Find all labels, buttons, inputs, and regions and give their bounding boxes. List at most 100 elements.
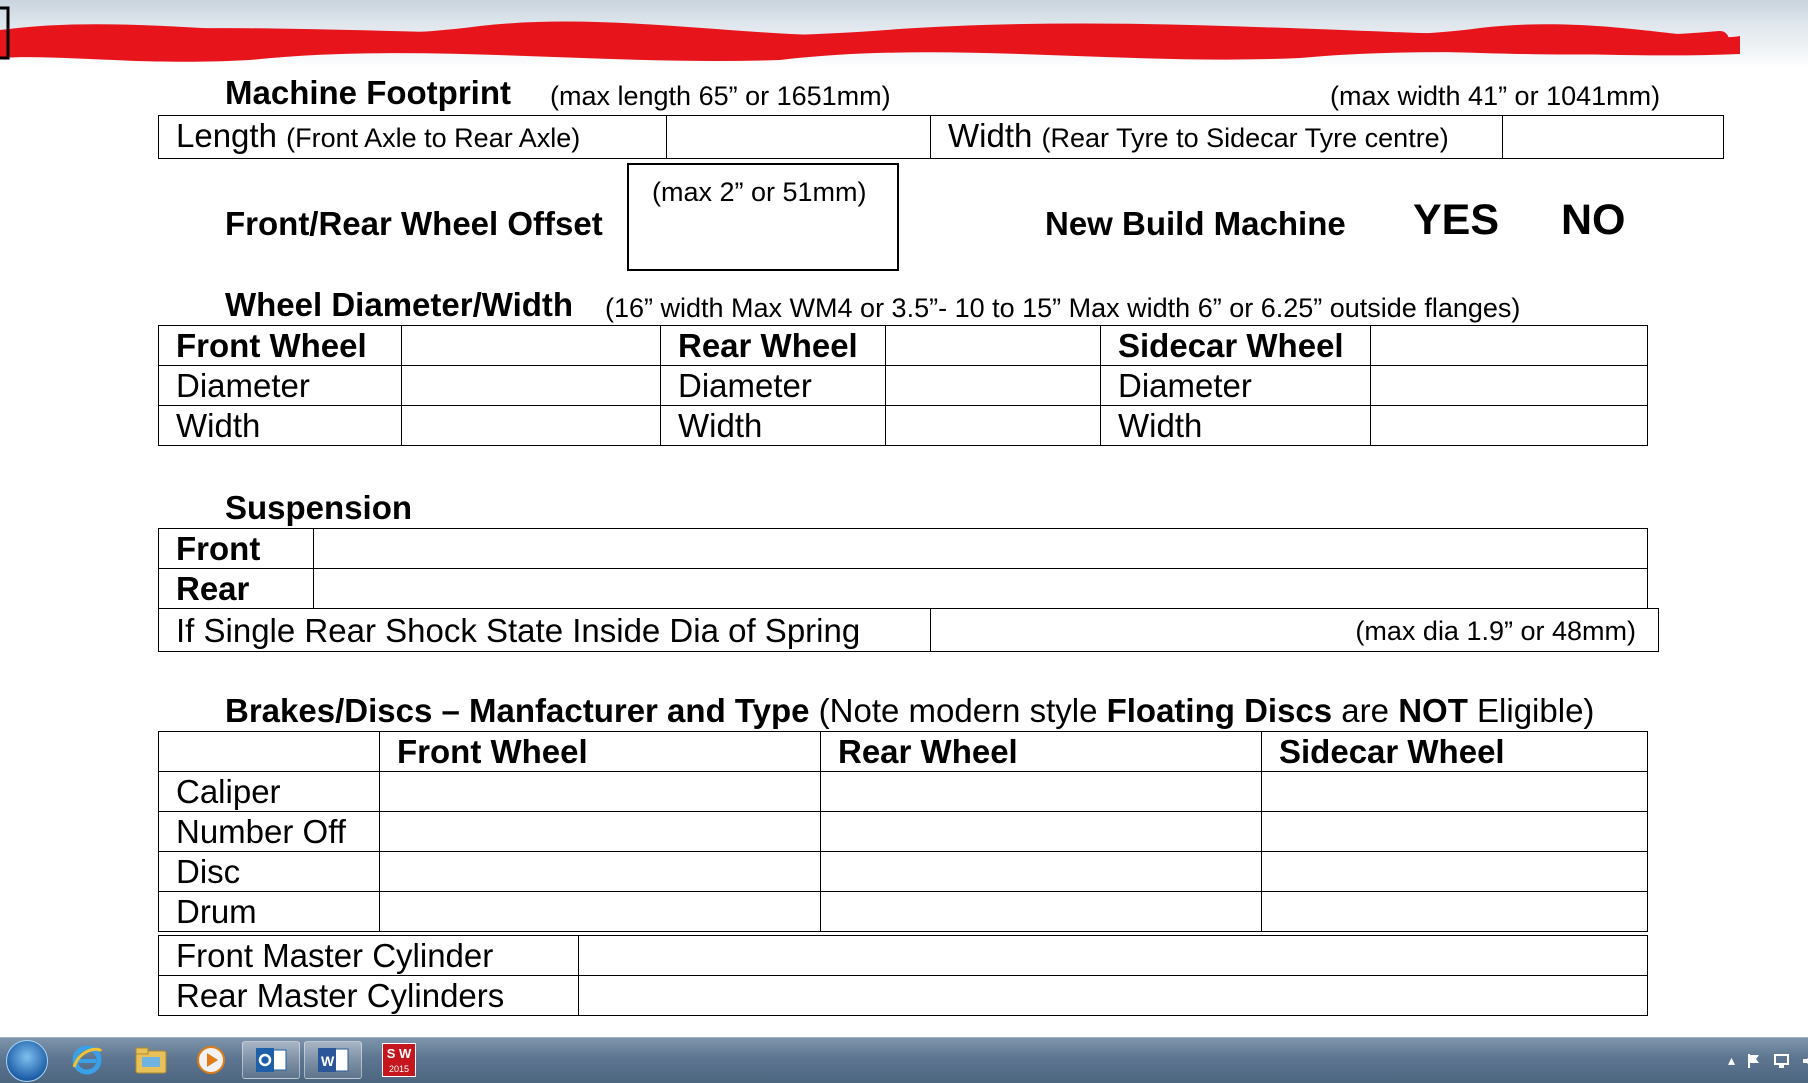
media-player-icon[interactable] [182,1041,240,1079]
rear-diameter-label: Diameter [660,365,886,406]
solidworks-badge: S W 2015 [382,1043,416,1077]
length-label: Length [176,117,277,154]
brakes-title: Brakes/Discs – Manfacturer and Type [225,692,810,729]
sidecar-wheel-input[interactable] [1370,325,1648,366]
width-input-cell[interactable] [1502,115,1724,159]
rear-width-input[interactable] [885,405,1101,446]
solidworks-badge-text: S W [386,1046,412,1061]
single-shock-label: If Single Rear Shock State Inside Dia of… [158,608,931,652]
brakes-note-floating: Floating Discs [1106,692,1333,729]
volume-icon[interactable] [1801,1052,1808,1070]
front-width-input[interactable] [401,405,661,446]
brakes-note-are: are [1332,692,1399,729]
single-shock-table: If Single Rear Shock State Inside Dia of… [158,608,1659,652]
rear-wheel-input[interactable] [885,325,1101,366]
master-cylinder-table: Front Master Cylinder Rear Master Cylind… [158,935,1648,1016]
rear-width-label: Width [660,405,886,446]
front-width-label: Width [158,405,402,446]
file-explorer-icon[interactable] [122,1041,180,1079]
machine-footprint-title: Machine Footprint [225,74,511,111]
suspension-front-label: Front [158,528,314,569]
sidecar-diameter-input[interactable] [1370,365,1648,406]
number-off-front-input[interactable] [379,811,821,852]
redacted-header-banner [0,0,1808,68]
suspension-rear-label: Rear [158,568,314,609]
suspension-front-input[interactable] [313,528,1648,569]
rear-wheel-header: Rear Wheel [660,325,886,366]
suspension-title: Suspension [225,489,413,526]
solidworks-icon[interactable]: S W 2015 [370,1041,428,1079]
new-build-no-option[interactable]: NO [1561,196,1626,245]
rear-diameter-input[interactable] [885,365,1101,406]
action-center-flag-icon[interactable] [1745,1052,1763,1070]
brakes-note-open: (Note modern style [818,692,1107,729]
brakes-front-header: Front Wheel [379,731,821,772]
suspension-rear-input[interactable] [313,568,1648,609]
tray-expand-arrow-icon[interactable]: ▴ [1728,1052,1735,1069]
internet-explorer-icon[interactable] [58,1041,116,1079]
new-build-yes-option[interactable]: YES [1413,196,1499,245]
width-label-cell: Width (Rear Tyre to Sidecar Tyre centre) [930,115,1503,159]
front-diameter-input[interactable] [401,365,661,406]
wheel-offset-label: Front/Rear Wheel Offset [225,205,603,242]
length-input-cell[interactable] [666,115,931,159]
sidecar-width-label: Width [1100,405,1371,446]
footprint-table: Length (Front Axle to Rear Axle) Width (… [158,115,1724,159]
wheel-size-table: Front Wheel Rear Wheel Sidecar Wheel Dia… [158,325,1648,446]
rear-master-cylinders-input[interactable] [578,975,1648,1016]
max-width-note: (max width 41” or 1041mm) [1330,81,1661,111]
redaction-scribble [0,6,1740,62]
word-icon[interactable]: W [304,1041,362,1079]
drum-label: Drum [158,891,380,932]
brakes-corner-cell [158,731,380,772]
windows-taskbar: W S W 2015 ▴ [0,1037,1808,1083]
caliper-rear-input[interactable] [820,771,1262,812]
brakes-table: Front Wheel Rear Wheel Sidecar Wheel Cal… [158,731,1648,932]
wheel-offset-input-box[interactable]: (max 2” or 51mm) [627,163,899,271]
disc-front-input[interactable] [379,851,821,892]
front-wheel-input[interactable] [401,325,661,366]
rear-master-cylinders-label: Rear Master Cylinders [158,975,579,1016]
network-icon[interactable] [1773,1052,1791,1070]
drum-sidecar-input[interactable] [1261,891,1648,932]
solidworks-year-text: 2015 [388,1064,410,1074]
brakes-note-close: Eligible) [1467,692,1595,729]
front-diameter-label: Diameter [158,365,402,406]
suspension-table: Front Rear [158,528,1648,609]
wheel-diameter-width-title: Wheel Diameter/Width [225,286,574,323]
width-label: Width [948,117,1033,154]
number-off-rear-input[interactable] [820,811,1262,852]
wheel-size-note: (16” width Max WM4 or 3.5”- 10 to 15” Ma… [605,293,1521,323]
brakes-note-not: NOT [1398,692,1468,729]
brakes-sidecar-header: Sidecar Wheel [1261,731,1648,772]
front-master-cylinder-input[interactable] [578,935,1648,976]
number-off-label: Number Off [158,811,380,852]
svg-text:W: W [321,1053,335,1069]
max-length-note: (max length 65” or 1651mm) [550,81,891,111]
front-wheel-header: Front Wheel [158,325,402,366]
drum-front-input[interactable] [379,891,821,932]
offset-max-note: (max 2” or 51mm) [652,177,867,207]
system-tray: ▴ [1728,1038,1808,1083]
width-sub-label: (Rear Tyre to Sidecar Tyre centre) [1041,123,1449,153]
length-sub-label: (Front Axle to Rear Axle) [286,123,581,153]
start-orb-icon[interactable] [6,1040,48,1082]
max-dia-note: (max dia 1.9” or 48mm) [1355,616,1636,646]
new-build-label: New Build Machine [1045,205,1346,242]
front-master-cylinder-label: Front Master Cylinder [158,935,579,976]
single-shock-input[interactable]: (max dia 1.9” or 48mm) [930,608,1659,652]
disc-rear-input[interactable] [820,851,1262,892]
caliper-label: Caliper [158,771,380,812]
length-label-cell: Length (Front Axle to Rear Axle) [158,115,667,159]
brakes-rear-header: Rear Wheel [820,731,1262,772]
number-off-sidecar-input[interactable] [1261,811,1648,852]
caliper-sidecar-input[interactable] [1261,771,1648,812]
disc-label: Disc [158,851,380,892]
caliper-front-input[interactable] [379,771,821,812]
sidecar-width-input[interactable] [1370,405,1648,446]
sidecar-diameter-label: Diameter [1100,365,1371,406]
drum-rear-input[interactable] [820,891,1262,932]
brakes-title-line: Brakes/Discs – Manfacturer and Type (Not… [225,692,1594,730]
disc-sidecar-input[interactable] [1261,851,1648,892]
outlook-icon[interactable] [242,1041,300,1079]
